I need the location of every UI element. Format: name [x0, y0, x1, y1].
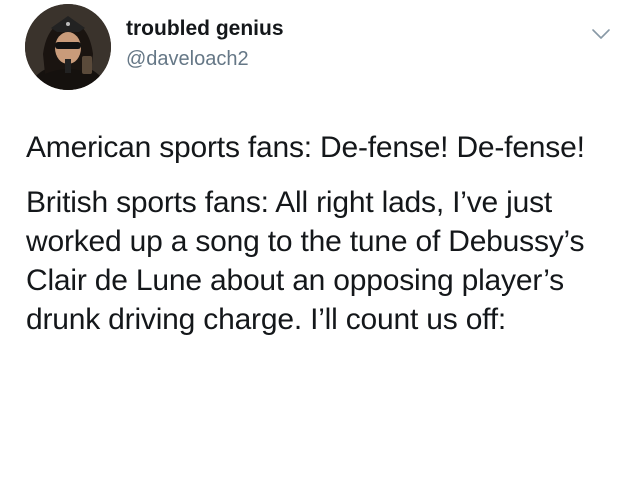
- chevron-down-icon[interactable]: [590, 26, 612, 42]
- user-info: troubled genius @daveloach2: [126, 14, 284, 74]
- tweet-card: troubled genius @daveloach2 American spo…: [0, 0, 640, 480]
- avatar[interactable]: [25, 4, 111, 90]
- tweet-text: American sports fans: De-fense! De-fense…: [26, 128, 626, 355]
- tweet-paragraph: American sports fans: De-fense! De-fense…: [26, 131, 585, 164]
- display-name[interactable]: troubled genius: [126, 14, 284, 44]
- user-handle[interactable]: @daveloach2: [126, 44, 284, 74]
- avatar-photo-icon: [25, 4, 111, 90]
- tweet-paragraph: British sports fans: All right lads, I’v…: [26, 186, 585, 336]
